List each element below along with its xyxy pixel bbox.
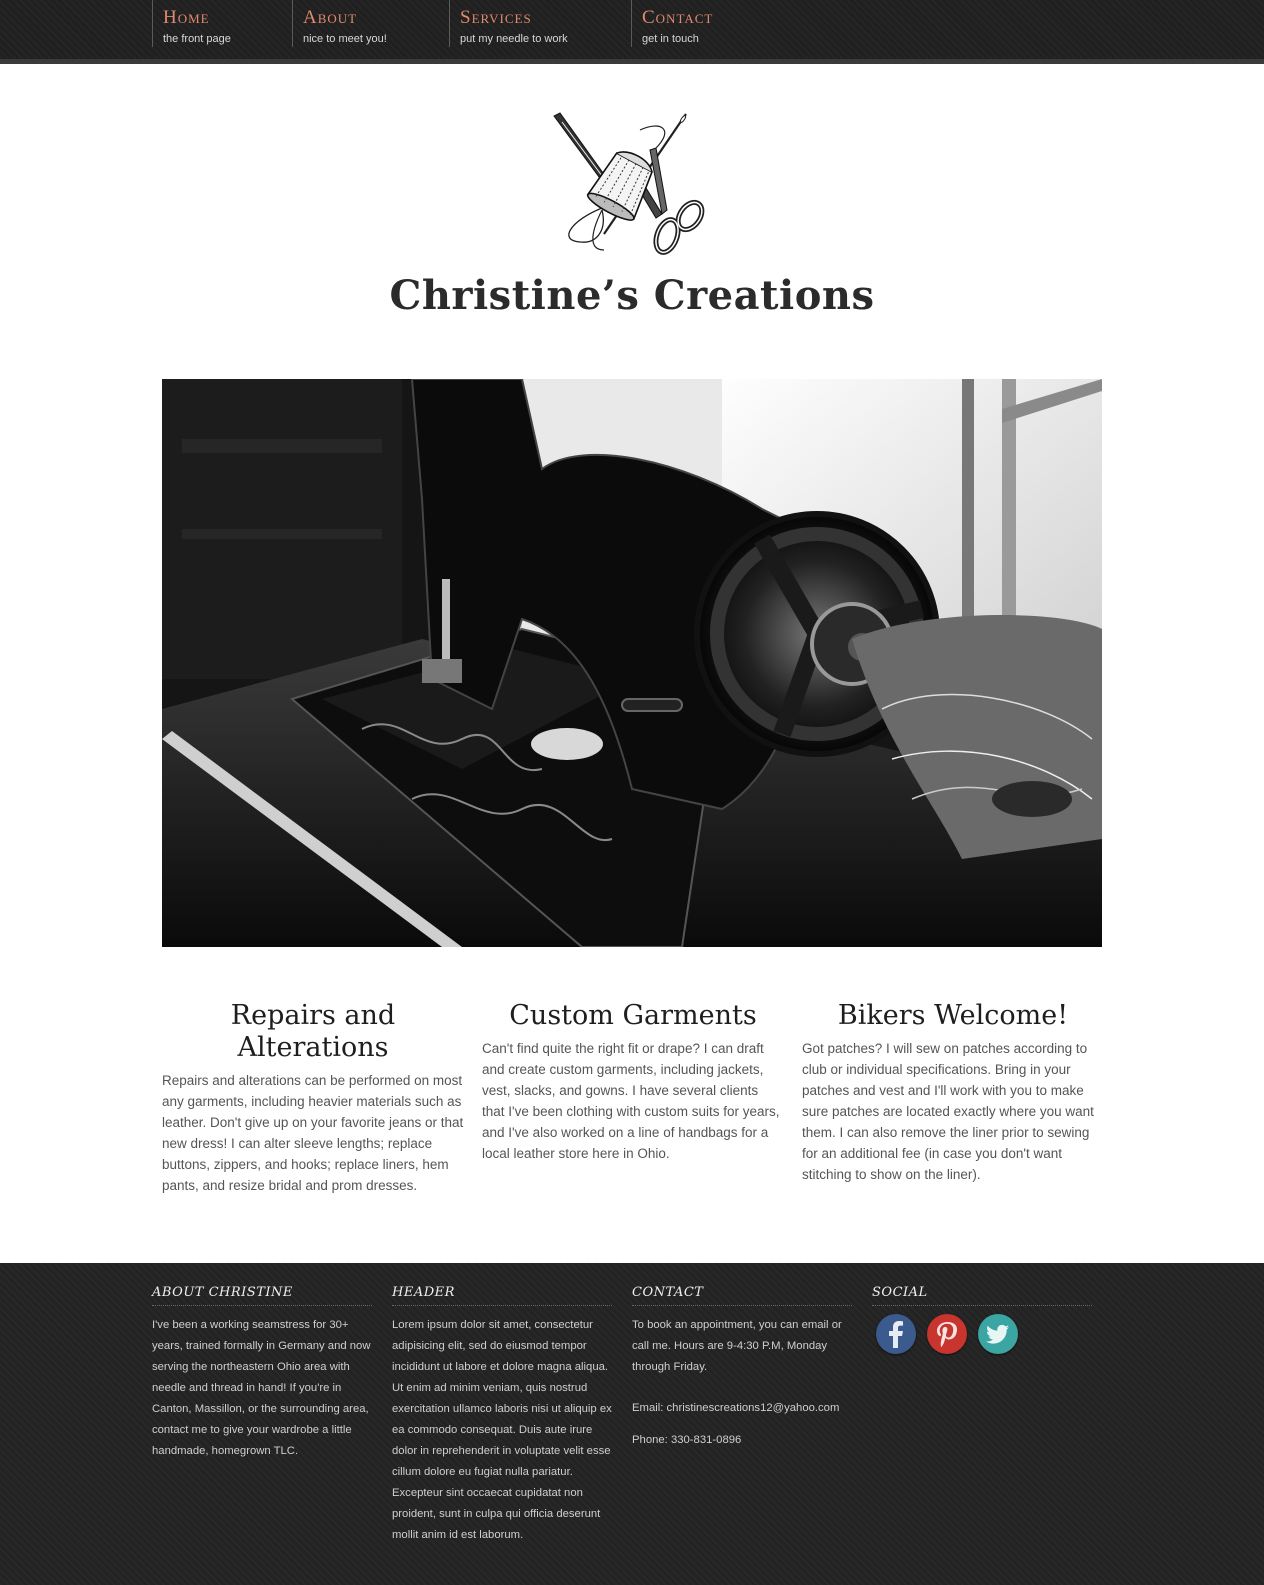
feature-bikers: Bikers Welcome! Got patches? I will sew …	[802, 1000, 1104, 1185]
footer-heading: Header	[392, 1285, 612, 1306]
nav-subtitle-contact: get in touch	[642, 33, 699, 45]
sewing-machine-photo	[162, 379, 1102, 947]
top-navigation: Home the front page About nice to meet y…	[0, 0, 1264, 64]
contact-email[interactable]: Email: christinescreations12@yahoo.com	[632, 1398, 852, 1419]
nav-item-home[interactable]: Home the front page	[152, 0, 292, 47]
site-title: Christine’s Creations	[389, 272, 875, 319]
nav-item-contact[interactable]: Contact get in touch	[631, 0, 771, 47]
feature-heading: Custom Garments	[509, 1000, 757, 1031]
contact-phone: Phone: 330-831-0896	[632, 1434, 742, 1446]
footer-text: To book an appointment, you can email or…	[632, 1319, 842, 1373]
feature-custom-garments: Custom Garments Can't find quite the rig…	[482, 1000, 784, 1164]
pinterest-icon[interactable]	[927, 1314, 967, 1354]
nav-item-about[interactable]: About nice to meet you!	[292, 0, 449, 47]
sewing-notions-icon	[552, 110, 712, 260]
nav-subtitle-about: nice to meet you!	[303, 33, 387, 45]
footer-heading: Social	[872, 1285, 1092, 1306]
footer-heading: About Christine	[152, 1285, 372, 1306]
feature-text: Can't find quite the right fit or drape?…	[482, 1041, 780, 1161]
site-footer: About Christine I've been a working seam…	[0, 1263, 1264, 1585]
nav-title-services: Services	[460, 7, 532, 28]
footer-header: Header Lorem ipsum dolor sit amet, conse…	[392, 1285, 612, 1546]
feature-heading: Bikers Welcome!	[837, 1000, 1069, 1031]
feature-text: Got patches? I will sew on patches accor…	[802, 1041, 1094, 1182]
feature-repairs: Repairs and Alterations Repairs and alte…	[162, 1000, 464, 1196]
footer-about: About Christine I've been a working seam…	[152, 1285, 372, 1462]
nav-title-home: Home	[163, 7, 210, 28]
feature-text: Repairs and alterations can be performed…	[162, 1073, 464, 1193]
footer-social: Social	[872, 1285, 1092, 1354]
footer-text: Lorem ipsum dolor sit amet, consectetur …	[392, 1319, 612, 1541]
footer-heading: Contact	[632, 1285, 852, 1306]
facebook-icon[interactable]	[876, 1314, 916, 1354]
nav-title-about: About	[303, 7, 358, 28]
twitter-icon[interactable]	[978, 1314, 1018, 1354]
nav-subtitle-services: put my needle to work	[460, 33, 568, 45]
social-links	[876, 1314, 1092, 1354]
nav-item-services[interactable]: Services put my needle to work	[449, 0, 631, 47]
footer-contact: Contact To book an appointment, you can …	[632, 1285, 852, 1451]
nav-subtitle-home: the front page	[163, 33, 231, 45]
feature-heading: Repairs and Alterations	[230, 1000, 396, 1063]
footer-text: I've been a working seamstress for 30+ y…	[152, 1319, 371, 1457]
nav-title-contact: Contact	[642, 7, 714, 28]
